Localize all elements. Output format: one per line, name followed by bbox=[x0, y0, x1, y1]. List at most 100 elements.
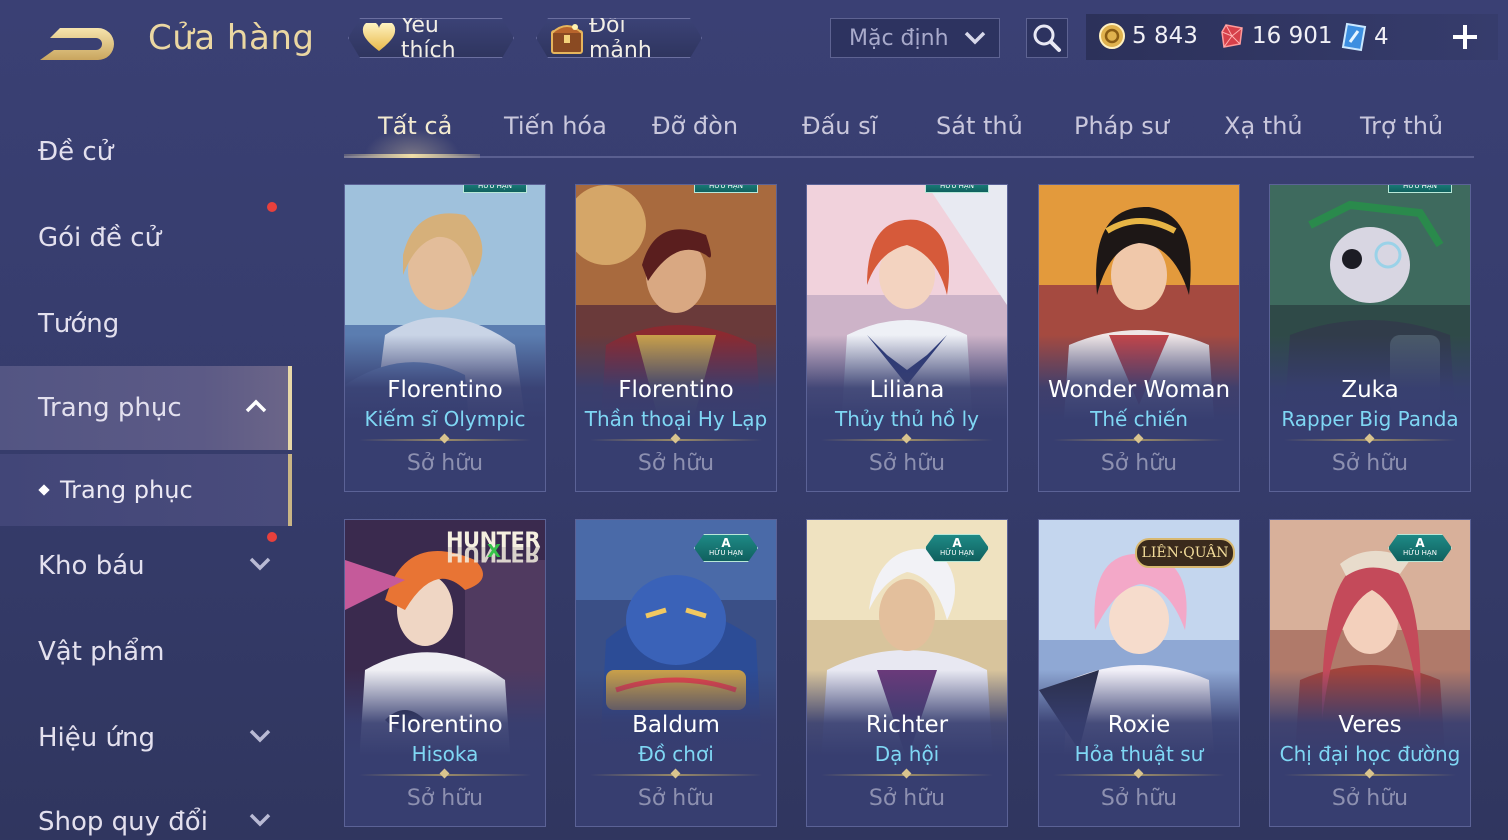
skin-name: Thần thoại Hy Lạp bbox=[584, 407, 768, 431]
sidebar-subitem-label: Trang phục bbox=[60, 476, 193, 504]
sidebar-item-exchange-shop[interactable]: Shop quy đổi bbox=[0, 780, 292, 840]
tab-fighter[interactable]: Đấu sĩ bbox=[802, 112, 877, 156]
owned-status: Sở hữu bbox=[868, 786, 946, 811]
sidebar-item-items[interactable]: Vật phẩm bbox=[0, 610, 292, 694]
divider bbox=[821, 439, 993, 441]
lien-quan-logo: LIÊN·QUÂN bbox=[1135, 538, 1235, 568]
tab-evolution[interactable]: Tiến hóa bbox=[504, 112, 607, 156]
chevron-down-icon bbox=[964, 31, 986, 45]
sidebar-item-label: Vật phẩm bbox=[38, 637, 165, 667]
divider bbox=[1053, 774, 1225, 776]
sidebar-item-label: Gói đề cử bbox=[38, 223, 162, 253]
skin-name: Kiếm sĩ Olympic bbox=[364, 407, 526, 431]
badge-grade: A bbox=[1415, 536, 1425, 550]
sidebar-item-label: Hiệu ứng bbox=[38, 723, 155, 753]
skin-card[interactable]: A HỮU HẠN Richter Dạ hội Sở hữu bbox=[806, 519, 1008, 827]
sidebar-subitem-skins[interactable]: Trang phục bbox=[0, 454, 292, 526]
logo-x: X bbox=[487, 541, 501, 562]
limited-badge: HỮU HẠN bbox=[694, 185, 758, 193]
owned-status: Sở hữu bbox=[1100, 786, 1178, 811]
divider bbox=[1284, 439, 1456, 441]
red-gem-icon bbox=[1221, 24, 1243, 48]
hero-name: Baldum bbox=[632, 712, 720, 738]
skin-card[interactable]: HỮU HẠN Florentino Kiếm sĩ Olympic Sở hữ… bbox=[344, 184, 546, 492]
divider bbox=[1053, 439, 1225, 441]
owned-status: Sở hữu bbox=[637, 786, 715, 811]
owned-status: Sở hữu bbox=[1100, 451, 1178, 476]
owned-status: Sở hữu bbox=[406, 786, 484, 811]
role-filter-tabs: Tất cả Tiến hóa Đỡ đòn Đấu sĩ Sát thủ Ph… bbox=[344, 100, 1474, 158]
sidebar-item-heroes[interactable]: Tướng bbox=[0, 282, 292, 366]
divider bbox=[590, 439, 762, 441]
voucher-currency: 16 901 bbox=[1218, 22, 1332, 50]
tab-all[interactable]: Tất cả bbox=[378, 112, 452, 156]
ticket-currency: 4 bbox=[1340, 22, 1389, 52]
sidebar-item-label: Đề cử bbox=[38, 137, 114, 167]
top-bar: Cửa hàng Yêu thích Đổi mảnh Mặc định 5 8… bbox=[0, 0, 1508, 80]
gold-coin-icon bbox=[1099, 23, 1125, 49]
owned-status: Sở hữu bbox=[406, 451, 484, 476]
badge-text: HỮU HẠN bbox=[709, 549, 743, 557]
tab-assassin[interactable]: Sát thủ bbox=[936, 112, 1023, 156]
chevron-up-icon bbox=[245, 399, 267, 413]
sidebar-item-label: Trang phục bbox=[38, 393, 182, 423]
skin-card[interactable]: HỮU HẠN Florentino Thần thoại Hy Lạp Sở … bbox=[575, 184, 777, 492]
notification-dot bbox=[267, 202, 277, 212]
hero-name: Liliana bbox=[869, 377, 945, 403]
tab-mage[interactable]: Pháp sư bbox=[1074, 112, 1169, 156]
hero-name: Florentino bbox=[387, 377, 503, 403]
skin-card[interactable]: A HỮU HẠN Baldum Đồ chơi Sở hữu bbox=[575, 519, 777, 827]
skin-name: Chị đại học đường bbox=[1279, 742, 1461, 766]
sidebar: Đề cử Gói đề cử Tướng Trang phục Trang p… bbox=[0, 100, 292, 840]
sort-selected-value: Mặc định bbox=[849, 25, 949, 51]
skin-card[interactable]: HỮU HẠN Liliana Thủy thủ hồ ly Sở hữu bbox=[806, 184, 1008, 492]
owned-status: Sở hữu bbox=[868, 451, 946, 476]
sidebar-item-skins[interactable]: Trang phục bbox=[0, 366, 292, 450]
divider bbox=[359, 439, 531, 441]
plus-icon[interactable] bbox=[1450, 22, 1480, 52]
skin-card[interactable]: A HỮU HẠN Veres Chị đại học đường Sở hữu bbox=[1269, 519, 1471, 827]
exchange-shards-button[interactable]: Đổi mảnh bbox=[536, 18, 702, 58]
sidebar-item-label: Shop quy đổi bbox=[38, 807, 208, 837]
divider bbox=[590, 774, 762, 776]
limited-badge: HỮU HẠN bbox=[463, 185, 527, 193]
divider bbox=[1284, 774, 1456, 776]
skin-card[interactable]: HỮU HẠN Zuka Rapper Big Panda Sở hữu bbox=[1269, 184, 1471, 492]
limited-badge: A HỮU HẠN bbox=[925, 534, 989, 562]
gold-amount: 5 843 bbox=[1132, 23, 1198, 49]
skin-grid: HỮU HẠN Florentino Kiếm sĩ Olympic Sở hữ… bbox=[344, 184, 1474, 840]
bullet-diamond-icon bbox=[38, 484, 50, 496]
favorites-button[interactable]: Yêu thích bbox=[348, 18, 514, 58]
skin-name: Rapper Big Panda bbox=[1281, 407, 1459, 431]
sidebar-item-recommended-packs[interactable]: Gói đề cử bbox=[0, 196, 292, 280]
chevron-down-icon bbox=[249, 557, 271, 571]
notification-dot bbox=[267, 532, 277, 542]
gold-currency: 5 843 bbox=[1098, 22, 1198, 50]
skin-name: Hỏa thuật sư bbox=[1074, 742, 1204, 766]
skin-card[interactable]: Wonder Woman Thế chiến Sở hữu bbox=[1038, 184, 1240, 492]
skin-name: Hisoka bbox=[411, 742, 479, 766]
search-button[interactable] bbox=[1026, 18, 1068, 58]
tab-support[interactable]: Trợ thủ bbox=[1360, 112, 1443, 156]
limited-badge: HỮU HẠN bbox=[1388, 185, 1452, 193]
sort-dropdown[interactable]: Mặc định bbox=[830, 18, 1000, 58]
sidebar-item-treasure[interactable]: Kho báu bbox=[0, 524, 292, 608]
hero-name: Zuka bbox=[1341, 377, 1399, 403]
badge-grade: A bbox=[721, 536, 731, 550]
sidebar-item-effects[interactable]: Hiệu ứng bbox=[0, 696, 292, 780]
owned-status: Sở hữu bbox=[637, 451, 715, 476]
search-icon bbox=[1033, 24, 1061, 52]
tab-tank[interactable]: Đỡ đòn bbox=[652, 112, 738, 156]
skin-card[interactable]: LIÊN·QUÂN Roxie Hỏa thuật sư Sở hữu bbox=[1038, 519, 1240, 827]
sidebar-item-recommended[interactable]: Đề cử bbox=[0, 110, 292, 194]
hero-name: Richter bbox=[865, 712, 949, 738]
skin-card[interactable]: HUNTER HUNTER X Florentino Hisoka Sở hữu bbox=[344, 519, 546, 827]
tab-marksman[interactable]: Xạ thủ bbox=[1224, 112, 1303, 156]
exchange-shards-label: Đổi mảnh bbox=[589, 13, 652, 63]
hero-name: Roxie bbox=[1107, 712, 1171, 738]
back-arrow-icon[interactable] bbox=[36, 22, 118, 66]
sidebar-item-label: Tướng bbox=[38, 309, 120, 339]
currency-bar: 5 843 16 901 4 bbox=[1086, 14, 1498, 60]
badge-grade: A bbox=[952, 536, 962, 550]
hero-name: Wonder Woman bbox=[1047, 377, 1231, 403]
